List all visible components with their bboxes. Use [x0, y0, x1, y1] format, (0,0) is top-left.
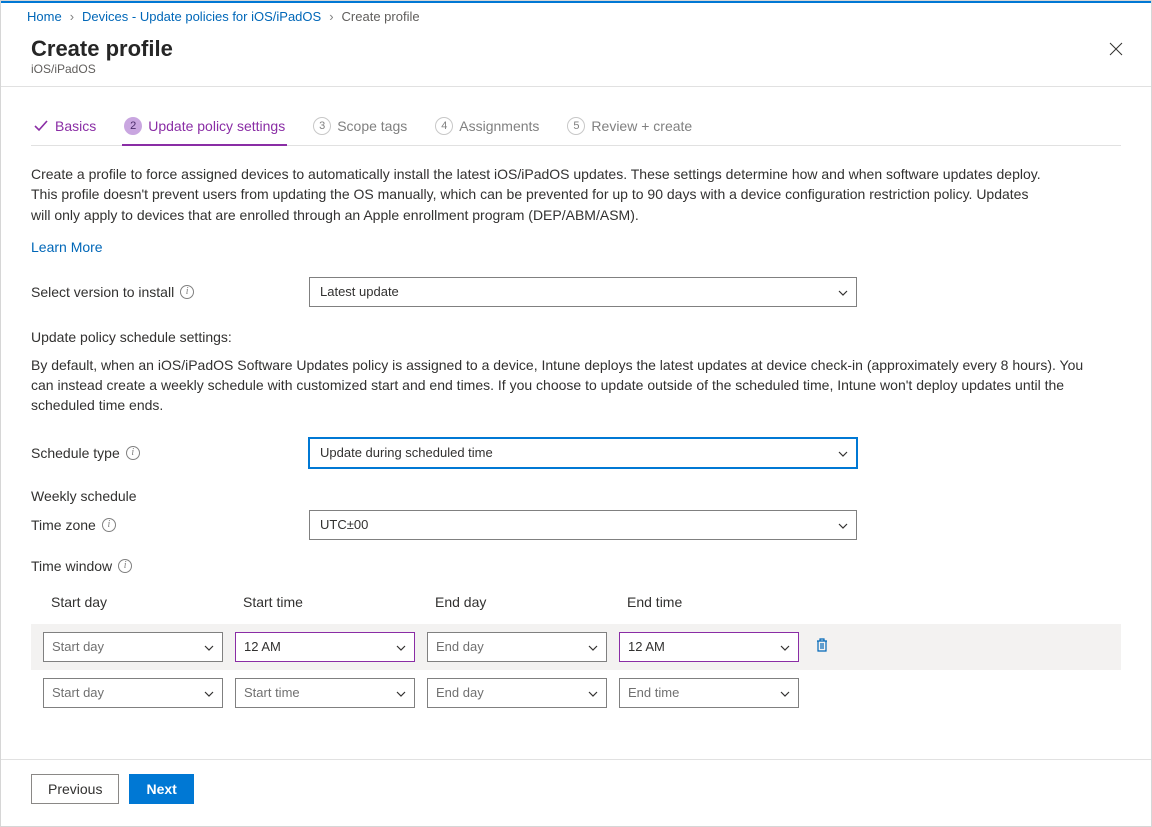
select-version-value: Latest update: [320, 284, 399, 299]
chevron-right-icon: ›: [70, 9, 74, 24]
end-day-dropdown[interactable]: End day: [427, 632, 607, 662]
timezone-label: Time zone i: [31, 517, 309, 533]
table-row: Start day Start time End day End time: [31, 670, 1121, 716]
tab-step-number: 3: [313, 117, 331, 135]
tab-basics[interactable]: Basics: [31, 112, 98, 144]
description-text: Create a profile to force assigned devic…: [31, 164, 1051, 225]
info-icon[interactable]: i: [118, 559, 132, 573]
tab-update-label: Update policy settings: [148, 118, 285, 134]
schedule-type-dropdown[interactable]: Update during scheduled time: [309, 438, 857, 468]
tab-update-policy-settings[interactable]: 2 Update policy settings: [122, 111, 287, 145]
weekly-schedule-heading: Weekly schedule: [31, 488, 1121, 504]
tab-review-label: Review + create: [591, 118, 692, 134]
chevron-down-icon: [588, 643, 598, 653]
end-time-dropdown[interactable]: End time: [619, 678, 799, 708]
close-icon: [1109, 42, 1123, 56]
info-icon[interactable]: i: [102, 518, 116, 532]
previous-button[interactable]: Previous: [31, 774, 119, 804]
timezone-value: UTC±00: [320, 517, 368, 532]
info-icon[interactable]: i: [180, 285, 194, 299]
page-title: Create profile: [31, 36, 173, 62]
tab-step-number: 5: [567, 117, 585, 135]
breadcrumb-current: Create profile: [342, 9, 420, 24]
start-time-dropdown[interactable]: 12 AM: [235, 632, 415, 662]
tab-assignments[interactable]: 4 Assignments: [433, 111, 541, 145]
content-area: Basics 2 Update policy settings 3 Scope …: [1, 87, 1151, 727]
tab-scope-tags[interactable]: 3 Scope tags: [311, 111, 409, 145]
footer-bar: Previous Next: [1, 759, 1151, 826]
start-time-dropdown[interactable]: Start time: [235, 678, 415, 708]
select-version-label: Select version to install i: [31, 284, 309, 300]
table-row: Start day 12 AM End day 12 AM: [31, 624, 1121, 670]
chevron-right-icon: ›: [329, 9, 333, 24]
tab-basics-label: Basics: [55, 118, 96, 134]
end-time-dropdown[interactable]: 12 AM: [619, 632, 799, 662]
trash-icon: [815, 637, 829, 653]
tab-review-create[interactable]: 5 Review + create: [565, 111, 694, 145]
time-window-table: Start day Start time End day End time St…: [31, 588, 1121, 716]
end-day-dropdown[interactable]: End day: [427, 678, 607, 708]
schedule-description: By default, when an iOS/iPadOS Software …: [31, 355, 1091, 416]
start-day-dropdown[interactable]: Start day: [43, 678, 223, 708]
tab-step-number: 2: [124, 117, 142, 135]
tab-assignments-label: Assignments: [459, 118, 539, 134]
delete-row-button[interactable]: [811, 633, 833, 660]
breadcrumb-home[interactable]: Home: [27, 9, 62, 24]
close-button[interactable]: [1105, 36, 1127, 65]
th-end-day: End day: [415, 588, 607, 624]
tab-scope-label: Scope tags: [337, 118, 407, 134]
chevron-down-icon: [396, 689, 406, 699]
info-icon[interactable]: i: [126, 446, 140, 460]
th-start-time: Start time: [223, 588, 415, 624]
schedule-settings-heading: Update policy schedule settings:: [31, 329, 1121, 345]
chevron-down-icon: [204, 689, 214, 699]
timewindow-label: Time window i: [31, 558, 309, 574]
page-subtitle: iOS/iPadOS: [31, 62, 173, 76]
start-day-dropdown[interactable]: Start day: [43, 632, 223, 662]
chevron-down-icon: [838, 521, 848, 531]
chevron-down-icon: [396, 643, 406, 653]
chevron-down-icon: [780, 689, 790, 699]
learn-more-link[interactable]: Learn More: [31, 239, 103, 255]
chevron-down-icon: [588, 689, 598, 699]
chevron-down-icon: [780, 643, 790, 653]
page-header: Create profile iOS/iPadOS: [1, 32, 1151, 87]
tab-step-number: 4: [435, 117, 453, 135]
breadcrumb: Home › Devices - Update policies for iOS…: [1, 3, 1151, 32]
check-icon: [33, 118, 49, 134]
th-start-day: Start day: [31, 588, 223, 624]
select-version-dropdown[interactable]: Latest update: [309, 277, 857, 307]
chevron-down-icon: [204, 643, 214, 653]
next-button[interactable]: Next: [129, 774, 193, 804]
schedule-type-value: Update during scheduled time: [320, 445, 493, 460]
chevron-down-icon: [838, 449, 848, 459]
chevron-down-icon: [838, 288, 848, 298]
breadcrumb-devices[interactable]: Devices - Update policies for iOS/iPadOS: [82, 9, 321, 24]
app-root: Home › Devices - Update policies for iOS…: [0, 0, 1152, 827]
timezone-dropdown[interactable]: UTC±00: [309, 510, 857, 540]
wizard-tabs: Basics 2 Update policy settings 3 Scope …: [31, 111, 1121, 146]
th-end-time: End time: [607, 588, 799, 624]
table-header: Start day Start time End day End time: [31, 588, 1121, 624]
schedule-type-label: Schedule type i: [31, 445, 309, 461]
